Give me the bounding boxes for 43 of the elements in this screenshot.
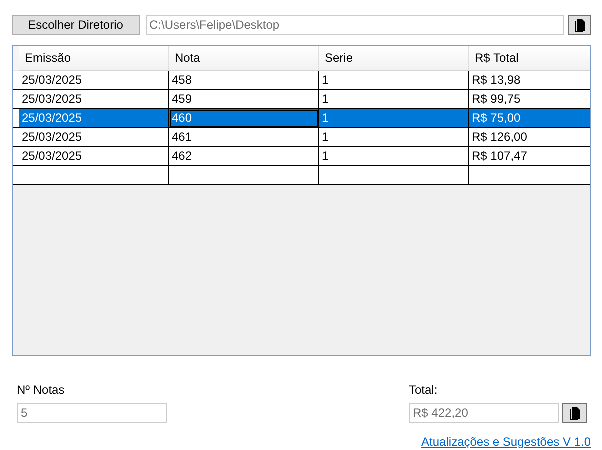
table-row[interactable]: 25/03/2025 459 1 R$ 99,75 (13, 90, 590, 109)
column-header[interactable]: Emissão (19, 46, 169, 71)
copy-icon (574, 18, 585, 32)
table-cell: 1 (319, 128, 469, 147)
choose-directory-button[interactable]: Escolher Diretorio (12, 15, 140, 35)
table-cell: 1 (319, 109, 469, 128)
table-row[interactable]: 25/03/2025 462 1 R$ 107,47 (13, 147, 590, 166)
table-cell: 1 (319, 90, 469, 109)
copy-button[interactable] (562, 403, 587, 423)
table-cell: R$ 107,47 (469, 147, 590, 166)
row-header[interactable] (13, 166, 19, 185)
table-cell: R$ 75,00 (469, 109, 590, 128)
table-row[interactable]: 25/03/2025 461 1 R$ 126,00 (13, 128, 590, 147)
table-cell: 25/03/2025 (19, 128, 169, 147)
row-header[interactable] (13, 147, 19, 166)
table-cell: 459 (169, 90, 319, 109)
table-cell: R$ 13,98 (469, 71, 590, 90)
count-label: Nº Notas (17, 383, 66, 397)
row-header[interactable] (13, 109, 19, 128)
row-header[interactable] (13, 128, 19, 147)
column-header[interactable]: R$ Total (469, 46, 590, 71)
updates-link[interactable]: Atualizações e Sugestões V 1.0 (422, 435, 591, 449)
table-cell: 1 (319, 71, 469, 90)
table-cell: 462 (169, 147, 319, 166)
copy-icon (570, 406, 580, 420)
table-row[interactable]: 25/03/2025 460 1 R$ 75,00 (13, 109, 590, 128)
table-cell: 25/03/2025 (19, 147, 169, 166)
table-row[interactable]: 25/03/2025 458 1 R$ 13,98 (13, 71, 590, 90)
column-header[interactable]: Serie (319, 46, 469, 71)
table-cell: 25/03/2025 (19, 71, 169, 90)
total-label: Total: (409, 383, 439, 397)
row-header[interactable] (13, 90, 19, 109)
table-cell: 461 (169, 128, 319, 147)
table-cell: 25/03/2025 (19, 90, 169, 109)
table-cell: 25/03/2025 (19, 109, 169, 128)
table-cell: 460 (169, 109, 319, 128)
copy-button[interactable] (568, 15, 591, 35)
table-cell: R$ 126,00 (469, 128, 590, 147)
column-header[interactable]: Nota (169, 46, 319, 71)
table-cell: R$ 99,75 (469, 90, 590, 109)
row-header[interactable] (13, 71, 19, 90)
table-cell: 458 (169, 71, 319, 90)
table-cell: 1 (319, 147, 469, 166)
